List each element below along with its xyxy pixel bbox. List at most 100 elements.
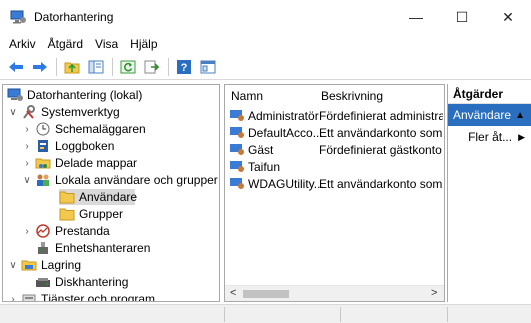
tree-item-systemverktyg[interactable]: ∨ Systemverktyg (7, 104, 120, 120)
properties-icon[interactable] (198, 57, 218, 77)
tree-label: Prestanda (55, 224, 110, 238)
menu-visa[interactable]: Visa (89, 37, 124, 51)
list-item[interactable]: DefaultAcco... Ett användarkonto som ha (225, 126, 444, 143)
status-divider (447, 307, 448, 322)
menu-arkiv[interactable]: Arkiv (3, 37, 42, 51)
close-button[interactable]: ✕ (485, 0, 531, 34)
minimize-button[interactable]: — (393, 0, 439, 34)
folder-icon (59, 190, 75, 204)
tree-label: Delade mappar (55, 156, 138, 170)
tree-item-delade-mappar[interactable]: › Delade mappar (21, 155, 137, 171)
user-name: Gäst (248, 143, 274, 157)
help-icon[interactable]: ? (174, 57, 194, 77)
list-item[interactable]: Administratör Fördefinierat administratö (225, 109, 444, 126)
list-item[interactable]: Gäst Fördefinierat gästkonto fö (225, 143, 444, 160)
tree-label: Schemaläggaren (55, 122, 146, 136)
tree-label: Enhetshanteraren (55, 241, 151, 255)
performance-icon (35, 224, 51, 238)
console-tree: Datorhantering (lokal) ∨ Systemverktyg ›… (2, 84, 220, 302)
tree-item-tjanster[interactable]: › Tjänster och program (7, 291, 156, 302)
more-actions-label: Fler åt... (468, 130, 513, 144)
computer-management-icon (7, 88, 23, 102)
tree-item-diskhantering[interactable]: Diskhantering (35, 274, 128, 290)
scrollbar-thumb[interactable] (243, 290, 289, 298)
close-icon: ✕ (502, 8, 514, 25)
column-header-description[interactable]: Beskrivning (321, 89, 383, 105)
chevron-down-icon[interactable]: ∨ (7, 260, 19, 271)
status-bar (0, 304, 531, 323)
storage-icon (21, 258, 37, 272)
chevron-right-icon[interactable]: › (21, 226, 33, 237)
tree-item-lagring[interactable]: ∨ Lagring (7, 257, 81, 273)
tree-label: Användare (79, 190, 138, 204)
collapse-up-icon[interactable]: ▲ (515, 110, 525, 121)
tree-label: Lokala användare och grupper (55, 173, 218, 187)
maximize-icon: ☐ (455, 8, 469, 25)
minimize-icon: — (409, 9, 423, 25)
tree-item-root[interactable]: Datorhantering (lokal) (7, 87, 142, 103)
user-icon (229, 126, 245, 140)
window-title: Datorhantering (34, 10, 114, 24)
chevron-right-icon[interactable]: › (21, 124, 33, 135)
shared-folder-icon (35, 156, 51, 170)
status-divider (224, 307, 225, 322)
services-icon (21, 292, 37, 301)
submenu-arrow-icon: ▶ (518, 131, 525, 142)
user-icon (229, 109, 245, 123)
forward-arrow-icon[interactable] (30, 57, 50, 77)
user-description: Ett användarkonto som ha (319, 177, 443, 191)
tree-item-grupper[interactable]: Grupper (59, 206, 123, 222)
horizontal-scrollbar[interactable]: < > (225, 285, 444, 301)
tree-label: Lagring (41, 258, 82, 272)
tree-label: Grupper (79, 207, 124, 221)
user-name: Taifun (248, 160, 281, 174)
menu-atgard[interactable]: Åtgärd (42, 37, 89, 51)
tree-item-loggboken[interactable]: › Loggboken (21, 138, 114, 154)
actions-pane: Åtgärder Användare ▲ Fler åt... ▶ (447, 84, 531, 302)
device-manager-icon (35, 241, 51, 255)
tree-label: Tjänster och program (41, 292, 156, 302)
list-item[interactable]: Taifun (225, 160, 444, 177)
toolbar-separator (168, 57, 169, 76)
scroll-right-icon[interactable]: > (431, 287, 437, 299)
up-folder-icon[interactable] (62, 57, 82, 77)
actions-section-label: Användare (453, 108, 512, 122)
actions-header: Åtgärder (448, 84, 531, 104)
menu-bar: Arkiv Åtgärd Visa Hjälp (0, 34, 531, 54)
maximize-button[interactable]: ☐ (439, 0, 485, 34)
toolbar: ? (0, 54, 531, 80)
show-hide-tree-icon[interactable] (86, 57, 106, 77)
scroll-left-icon[interactable]: < (230, 287, 236, 299)
tree-item-lokala-anvandare[interactable]: ∨ Lokala användare och grupper (21, 172, 218, 188)
tree-item-prestanda[interactable]: › Prestanda (21, 223, 110, 239)
more-actions-item[interactable]: Fler åt... ▶ (448, 126, 531, 148)
column-header-name[interactable]: Namn (231, 89, 263, 105)
tree-item-enhetshanteraren[interactable]: Enhetshanteraren (35, 240, 150, 256)
tools-icon (21, 105, 37, 119)
chevron-right-icon[interactable]: › (7, 294, 19, 302)
chevron-down-icon[interactable]: ∨ (21, 175, 33, 186)
tree-item-schemalaggaren[interactable]: › Schemaläggaren (21, 121, 146, 137)
computer-management-icon (10, 10, 26, 24)
chevron-right-icon[interactable]: › (21, 141, 33, 152)
user-name: DefaultAcco... (248, 126, 323, 140)
user-name: WDAGUtility... (248, 177, 324, 191)
user-icon (229, 177, 245, 191)
user-description: Ett användarkonto som ha (319, 126, 443, 140)
tree-label: Systemverktyg (41, 105, 120, 119)
tree-label: Loggboken (55, 139, 115, 153)
tree-item-anvandare[interactable]: Användare (59, 189, 138, 205)
svg-text:?: ? (181, 62, 188, 74)
actions-section-anvandare[interactable]: Användare ▲ (448, 104, 531, 126)
export-list-icon[interactable] (142, 57, 162, 77)
menu-hjalp[interactable]: Hjälp (124, 37, 163, 51)
users-groups-icon (35, 173, 51, 187)
user-description: Fördefinierat administratö (319, 109, 443, 123)
chevron-right-icon[interactable]: › (21, 158, 33, 169)
refresh-icon[interactable] (118, 57, 138, 77)
disk-icon (35, 275, 51, 289)
list-item[interactable]: WDAGUtility... Ett användarkonto som ha (225, 177, 444, 194)
user-icon (229, 143, 245, 157)
back-arrow-icon[interactable] (6, 57, 26, 77)
chevron-down-icon[interactable]: ∨ (7, 107, 19, 118)
